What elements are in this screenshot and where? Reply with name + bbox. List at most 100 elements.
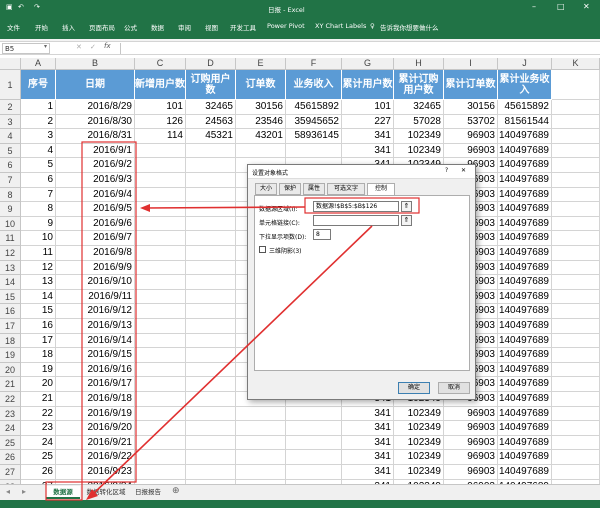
table-cell[interactable]: 24	[21, 435, 56, 451]
table-cell[interactable]: 45321	[186, 129, 236, 144]
empty-cell[interactable]	[552, 421, 600, 436]
empty-cell[interactable]	[552, 362, 600, 378]
table-cell[interactable]: 2016/9/2	[56, 158, 135, 173]
empty-cell[interactable]	[552, 260, 600, 276]
table-cell[interactable]: 58936145	[286, 129, 342, 144]
dropdown-lines-field[interactable]: 8	[313, 229, 331, 240]
table-cell[interactable]: 8	[21, 202, 56, 217]
table-cell[interactable]: 16	[21, 319, 56, 334]
table-cell[interactable]	[186, 465, 236, 480]
table-cell[interactable]: 26	[21, 465, 56, 480]
row-header-5[interactable]: 5	[0, 143, 21, 159]
empty-cell[interactable]	[552, 100, 600, 115]
minimize-icon[interactable]: –	[532, 2, 536, 11]
row-header-16[interactable]: 16	[0, 304, 21, 319]
table-cell[interactable]	[135, 216, 186, 232]
table-cell[interactable]: 96903	[444, 435, 498, 451]
sheet-tab-transform[interactable]: 数据转化区域	[84, 486, 128, 499]
table-cell[interactable]	[236, 421, 286, 436]
table-cell[interactable]: 102349	[394, 435, 444, 451]
table-cell[interactable]	[286, 143, 342, 159]
row-header-23[interactable]: 23	[0, 406, 21, 422]
table-cell[interactable]: 2	[21, 114, 56, 130]
dialog-close-icon[interactable]: ✕	[461, 167, 466, 174]
empty-cell[interactable]	[552, 333, 600, 349]
column-header-f[interactable]: F	[286, 58, 342, 70]
table-cell[interactable]: 140497689	[498, 158, 552, 173]
save-icon[interactable]: ▣	[6, 3, 13, 11]
empty-cell[interactable]	[552, 187, 600, 203]
table-cell[interactable]: 96903	[444, 406, 498, 422]
table-cell[interactable]: 140497689	[498, 143, 552, 159]
table-cell[interactable]	[236, 465, 286, 480]
table-cell[interactable]: 2016/8/31	[56, 129, 135, 144]
table-cell[interactable]	[135, 465, 186, 480]
table-cell[interactable]: 2016/9/11	[56, 289, 135, 305]
table-cell[interactable]: 25	[21, 450, 56, 465]
table-cell[interactable]: 2016/9/8	[56, 246, 135, 261]
cell-link-field[interactable]	[313, 215, 399, 226]
table-cell[interactable]: 96903	[444, 129, 498, 144]
table-cell[interactable]	[186, 246, 236, 261]
empty-cell[interactable]	[552, 114, 600, 130]
table-cell[interactable]	[135, 319, 186, 334]
table-cell[interactable]	[135, 173, 186, 188]
table-cell[interactable]: 96903	[444, 421, 498, 436]
table-cell[interactable]: 22	[21, 406, 56, 422]
ok-button[interactable]: 确定	[398, 382, 430, 394]
table-cell[interactable]: 102349	[394, 421, 444, 436]
row-header-6[interactable]: 6	[0, 158, 21, 173]
menu-home[interactable]: 开始	[35, 22, 48, 32]
table-cell[interactable]: 341	[342, 465, 394, 480]
table-cell[interactable]	[135, 362, 186, 378]
row-header-14[interactable]: 14	[0, 275, 21, 290]
table-cell[interactable]: 4	[21, 143, 56, 159]
empty-cell[interactable]	[552, 435, 600, 451]
table-cell[interactable]: 2016/9/6	[56, 216, 135, 232]
table-cell[interactable]: 5	[21, 158, 56, 173]
table-cell[interactable]: 2016/9/1	[56, 143, 135, 159]
table-cell[interactable]	[135, 231, 186, 246]
table-cell[interactable]: 18	[21, 348, 56, 363]
table-cell[interactable]: 35945652	[286, 114, 342, 130]
table-cell[interactable]: 341	[342, 421, 394, 436]
menu-review[interactable]: 审阅	[178, 22, 191, 32]
row-header-3[interactable]: 3	[0, 114, 21, 130]
close-window-icon[interactable]: ✕	[583, 2, 590, 11]
table-cell[interactable]: 140497689	[498, 202, 552, 217]
empty-cell[interactable]	[552, 319, 600, 334]
table-cell[interactable]	[135, 246, 186, 261]
table-cell[interactable]: 101	[342, 100, 394, 115]
table-cell[interactable]	[186, 231, 236, 246]
table-cell[interactable]: 140497689	[498, 406, 552, 422]
row-header-22[interactable]: 22	[0, 392, 21, 407]
table-cell[interactable]	[286, 465, 342, 480]
table-cell[interactable]: 2016/9/16	[56, 362, 135, 378]
table-cell[interactable]: 32465	[186, 100, 236, 115]
table-cell[interactable]: 96903	[444, 450, 498, 465]
table-cell[interactable]: 140497689	[498, 187, 552, 203]
column-header-i[interactable]: I	[444, 58, 498, 70]
table-cell[interactable]: 126	[135, 114, 186, 130]
empty-cell[interactable]	[552, 231, 600, 246]
empty-cell[interactable]	[552, 348, 600, 363]
table-cell[interactable]: 23	[21, 421, 56, 436]
row-header-4[interactable]: 4	[0, 129, 21, 144]
table-cell[interactable]	[286, 421, 342, 436]
table-cell[interactable]	[135, 202, 186, 217]
empty-cell[interactable]	[552, 275, 600, 290]
table-cell[interactable]: 341	[342, 406, 394, 422]
input-range-field[interactable]: 数据源!$B$5:$B$126	[313, 201, 399, 212]
empty-cell[interactable]	[552, 406, 600, 422]
column-header-c[interactable]: C	[135, 58, 186, 70]
select-all-corner[interactable]	[0, 58, 21, 70]
row-header-26[interactable]: 26	[0, 450, 21, 465]
table-cell[interactable]: 43201	[236, 129, 286, 144]
table-cell[interactable]: 140497689	[498, 275, 552, 290]
column-header-k[interactable]: K	[552, 58, 600, 70]
table-cell[interactable]: 140497689	[498, 392, 552, 407]
table-cell[interactable]	[135, 289, 186, 305]
table-cell[interactable]	[135, 406, 186, 422]
table-cell[interactable]: 102349	[394, 143, 444, 159]
table-cell[interactable]	[135, 392, 186, 407]
